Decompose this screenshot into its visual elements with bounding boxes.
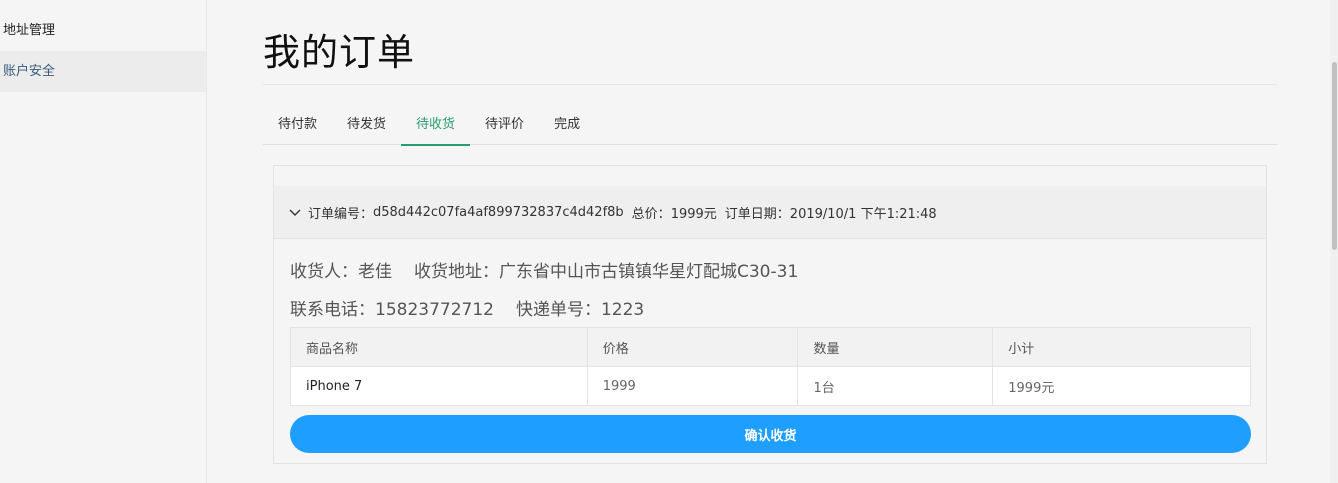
- order-date-label: 订单日期：: [724, 206, 790, 222]
- scrollbar-thumb[interactable]: [1332, 62, 1337, 250]
- order-total: 1999元: [670, 206, 717, 222]
- confirm-receipt-button[interactable]: 确认收货: [290, 415, 1251, 453]
- order-header[interactable]: 订单编号： d58d442c07fa4af899732837c4d42f8b 总…: [274, 186, 1266, 239]
- address-label: 收货地址：: [414, 262, 499, 282]
- price-cell: 1999: [586, 366, 799, 406]
- divider: [263, 84, 1277, 85]
- column-header-subtotal: 小计: [992, 327, 1251, 367]
- page-title: 我的订单: [263, 31, 415, 74]
- goods-table: 商品名称 价格 数量 小计 iPhone 7 1999 1台 1999元: [290, 327, 1251, 406]
- order-date: 2019/10/1 下午1:21:48: [789, 206, 937, 222]
- tracking-label: 快递单号：: [515, 300, 601, 320]
- receiver-name: 老佳: [358, 262, 392, 282]
- tab-pending-payment[interactable]: 待付款: [263, 104, 332, 145]
- quantity-cell: 1台: [797, 366, 994, 406]
- receiver-label: 收货人：: [290, 262, 358, 282]
- product-name-cell: iPhone 7: [290, 366, 588, 406]
- column-header-quantity: 数量: [797, 327, 994, 367]
- table-header-row: 商品名称 价格 数量 小计: [290, 327, 1251, 367]
- phone-label: 联系电话：: [290, 300, 375, 320]
- tab-completed[interactable]: 完成: [539, 104, 595, 145]
- receiver-info: 收货人：老佳 收货地址：广东省中山市古镇镇华星灯配城C30-31: [290, 257, 798, 282]
- table-row: iPhone 7 1999 1台 1999元: [290, 366, 1251, 406]
- contact-info: 联系电话：15823772712 快递单号：1223: [290, 295, 644, 320]
- scrollbar[interactable]: [1330, 0, 1338, 483]
- chevron-down-icon: [288, 205, 302, 219]
- sidebar-item-address[interactable]: 地址管理: [0, 10, 206, 51]
- phone-value: 15823772712: [375, 300, 494, 320]
- column-header-product: 商品名称: [290, 327, 588, 367]
- tracking-value: 1223: [600, 300, 645, 320]
- sidebar-item-account-security[interactable]: 账户安全: [0, 51, 206, 92]
- tab-pending-review[interactable]: 待评价: [470, 104, 539, 145]
- order-card: 订单编号： d58d442c07fa4af899732837c4d42f8b 总…: [273, 165, 1267, 464]
- tab-pending-receipt[interactable]: 待收货: [401, 104, 471, 146]
- order-tabs: 待付款 待发货 待收货 待评价 完成: [263, 104, 1277, 146]
- order-number: d58d442c07fa4af899732837c4d42f8b: [373, 204, 624, 220]
- order-number-label: 订单编号：: [308, 206, 374, 222]
- sidebar: 地址管理 账户安全: [0, 0, 207, 483]
- order-total-label: 总价：: [631, 206, 671, 222]
- column-header-price: 价格: [586, 327, 799, 367]
- subtotal-cell: 1999元: [992, 366, 1251, 406]
- tab-pending-shipment[interactable]: 待发货: [332, 104, 401, 145]
- address-value: 广东省中山市古镇镇华星灯配城C30-31: [499, 262, 799, 282]
